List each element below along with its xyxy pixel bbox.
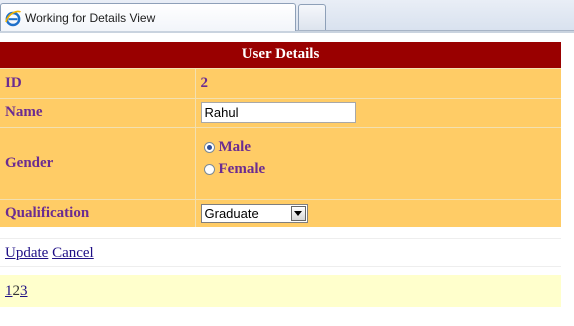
details-header: User Details: [0, 42, 561, 68]
qualification-label: Qualification: [0, 198, 196, 227]
male-option-label: Male: [218, 138, 251, 155]
name-input[interactable]: [200, 102, 356, 123]
qualification-cell: Graduate: [195, 198, 561, 227]
browser-tab-strip: Working for Details View: [0, 0, 574, 31]
gender-cell: Male Female: [195, 126, 562, 199]
gender-label: Gender: [0, 126, 196, 199]
toolbar-divider: [0, 31, 574, 33]
qualification-selected-value: Graduate: [204, 205, 259, 221]
qualification-dropdown[interactable]: Graduate: [200, 203, 308, 223]
female-option-label: Female: [218, 160, 266, 177]
gender-option-male[interactable]: Male: [201, 136, 562, 158]
details-row-gender: Gender Male Female: [0, 126, 562, 199]
details-row-name: Name: [0, 97, 561, 127]
ie-browser-icon: [4, 9, 22, 27]
id-value: 2: [195, 67, 561, 98]
female-radio-button[interactable]: [203, 163, 215, 175]
user-details-view: User Details ID 2 Name Gender Male Femal…: [0, 42, 561, 227]
new-tab-button[interactable]: [298, 4, 326, 30]
gender-option-female[interactable]: Female: [201, 158, 562, 180]
dropdown-arrow-icon[interactable]: [290, 205, 306, 221]
current-page: 2: [12, 283, 21, 299]
browser-tab-title: Working for Details View: [25, 10, 156, 25]
id-label: ID: [0, 67, 196, 98]
page-link-3[interactable]: 3: [20, 283, 28, 299]
male-radio-button[interactable]: [203, 141, 215, 153]
pager-row: 123: [0, 275, 561, 307]
name-label: Name: [0, 97, 196, 127]
details-row-qualification: Qualification Graduate: [0, 198, 561, 227]
name-cell: [195, 97, 561, 127]
cancel-link[interactable]: Cancel: [52, 245, 94, 261]
command-row: Update Cancel: [0, 238, 561, 267]
details-row-id: ID 2: [0, 67, 561, 98]
update-link[interactable]: Update: [5, 245, 48, 261]
browser-tab[interactable]: Working for Details View: [0, 3, 296, 31]
page-link-1[interactable]: 1: [5, 283, 13, 299]
